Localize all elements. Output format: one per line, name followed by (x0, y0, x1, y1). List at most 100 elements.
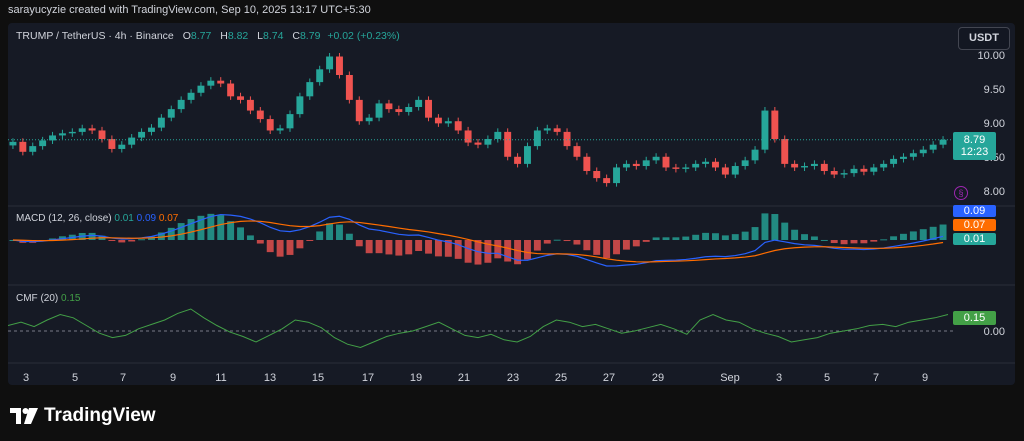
candle (316, 69, 324, 83)
date-tick-label: 19 (409, 372, 423, 384)
chart-panel[interactable]: TRUMP / TetherUS · 4h · Binance O8.77 H8… (8, 23, 1015, 385)
candle (632, 163, 640, 167)
macd-histogram-bar (801, 234, 808, 240)
candle (880, 163, 888, 168)
cmf-value: 0.15 (61, 293, 81, 304)
candle (464, 130, 472, 143)
candle (860, 168, 868, 172)
macd-histogram-bar (721, 235, 729, 240)
alert-icon[interactable]: § (954, 186, 968, 200)
macd-histogram-bar (256, 240, 264, 244)
candle (919, 149, 927, 154)
candle (830, 171, 838, 175)
candle (603, 178, 611, 184)
candle (662, 156, 670, 168)
macd-histogram-bar (118, 240, 126, 243)
macd-histogram-bar (108, 240, 116, 241)
candle (108, 139, 116, 149)
macd-histogram-bar (217, 215, 225, 240)
macd-histogram-bar (504, 240, 512, 262)
candle (336, 56, 343, 75)
macd-hist-tag: 0.01 (953, 233, 996, 245)
chart-canvas[interactable] (8, 23, 1015, 385)
candle (939, 139, 947, 145)
macd-histogram-bar (336, 224, 343, 240)
candle (454, 121, 462, 131)
date-tick-label: 5 (71, 372, 79, 384)
macd-line-tag: 0.09 (953, 205, 996, 217)
candle (88, 128, 96, 131)
cmf-line (8, 308, 949, 349)
price-axis-label: 8.00 (983, 186, 1005, 198)
macd-histogram-bar (880, 239, 888, 241)
date-tick-label: 17 (361, 372, 375, 384)
macd-histogram-bar (425, 240, 432, 254)
macd-histogram-bar (177, 223, 185, 240)
candle (375, 103, 383, 118)
currency-button[interactable]: USDT (958, 27, 1010, 50)
candle (761, 110, 769, 150)
candle (721, 167, 729, 175)
candle (187, 92, 195, 100)
macd-histogram-bar (890, 236, 898, 240)
candle (731, 166, 739, 175)
macd-histogram-bar (563, 240, 571, 242)
macd-histogram-bar (919, 229, 927, 240)
macd-histogram-bar (593, 240, 601, 255)
tradingview-logo[interactable]: TradingView (10, 405, 156, 427)
macd-histogram-bar (355, 240, 363, 247)
macd-histogram-bar (603, 240, 611, 259)
symbol-legend[interactable]: TRUMP / TetherUS · 4h · Binance O8.77 H8… (16, 30, 400, 42)
date-tick-label: 9 (921, 372, 929, 384)
macd-histogram-bar (138, 239, 146, 241)
candle (810, 163, 818, 167)
bar-countdown: 12:23 (960, 146, 989, 158)
candle (791, 163, 799, 168)
macd-histogram-bar (830, 240, 838, 244)
candle (256, 110, 264, 120)
candle (533, 130, 541, 147)
candle (652, 156, 660, 161)
candle (682, 167, 690, 169)
macd-histogram-bar (365, 240, 373, 254)
date-tick-label: 15 (311, 372, 325, 384)
date-tick-label: 21 (457, 372, 471, 384)
candle (227, 83, 235, 97)
cmf-legend[interactable]: CMF (20) 0.15 (16, 293, 80, 304)
candle (395, 109, 403, 112)
macd-histogram-bar (276, 240, 284, 257)
macd-histogram-bar (870, 240, 878, 242)
candle (801, 166, 808, 168)
macd-histogram-bar (781, 222, 789, 240)
candle (177, 99, 185, 110)
macd-legend[interactable]: MACD (12, 26, close) 0.01 0.09 0.07 (16, 213, 178, 224)
date-tick-label: 5 (823, 372, 831, 384)
date-tick-label: 7 (872, 372, 880, 384)
candle (276, 128, 284, 131)
candle (583, 156, 591, 171)
candle (692, 163, 700, 168)
macd-histogram-bar (712, 233, 719, 240)
candle (29, 146, 37, 152)
macd-histogram-bar (454, 240, 462, 259)
change-value: +0.02 (+0.23%) (327, 30, 400, 42)
high-key: H (220, 30, 228, 42)
candle (355, 99, 363, 122)
signal-line-tag: 0.07 (953, 219, 996, 231)
date-tick-label: 11 (215, 372, 227, 384)
macd-histogram-bar (524, 240, 531, 260)
candle (613, 167, 620, 184)
symbol-name[interactable]: TRUMP / TetherUS · 4h · Binance (16, 30, 174, 42)
open-key: O (182, 30, 191, 42)
macd-histogram-bar (682, 236, 690, 240)
macd-histogram-bar (810, 236, 818, 240)
macd-histogram-bar (820, 239, 828, 241)
macd-histogram-bar (771, 214, 779, 240)
candle (909, 153, 917, 157)
macd-histogram-bar (850, 240, 858, 244)
candle (474, 142, 482, 145)
candle (771, 110, 779, 139)
macd-histogram-bar (464, 240, 472, 263)
candle (217, 80, 225, 84)
macd-histogram-bar (731, 234, 739, 240)
